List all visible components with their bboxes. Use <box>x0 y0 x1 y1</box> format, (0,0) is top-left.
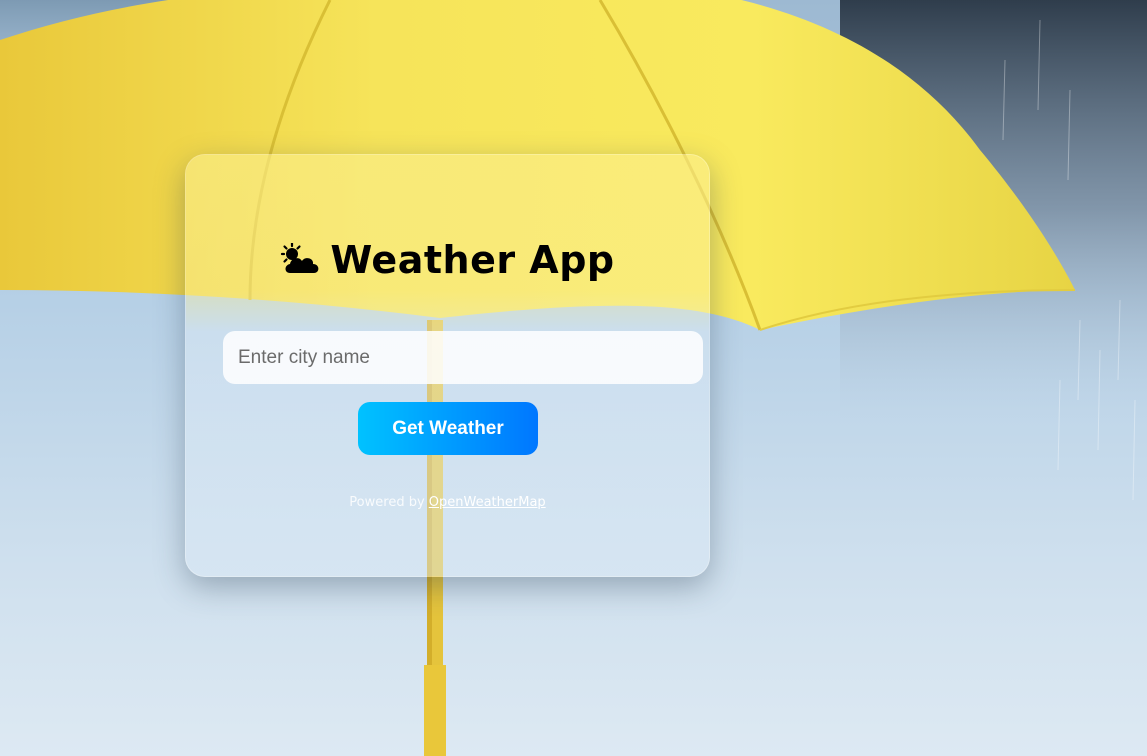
city-search-input[interactable] <box>223 331 703 384</box>
openweathermap-link[interactable]: OpenWeatherMap <box>429 495 546 510</box>
app-title: Weather App <box>186 238 709 286</box>
powered-by-footer: Powered by OpenWeatherMap <box>186 495 709 510</box>
weather-app-screen: Weather App Get Weather Powered by OpenW… <box>0 0 1147 756</box>
weather-card: Weather App Get Weather Powered by OpenW… <box>185 154 710 577</box>
app-title-text: Weather App <box>330 238 615 282</box>
powered-by-label: Powered by <box>349 495 429 510</box>
sun-behind-cloud-icon <box>280 241 322 286</box>
get-weather-button[interactable]: Get Weather <box>358 402 538 455</box>
